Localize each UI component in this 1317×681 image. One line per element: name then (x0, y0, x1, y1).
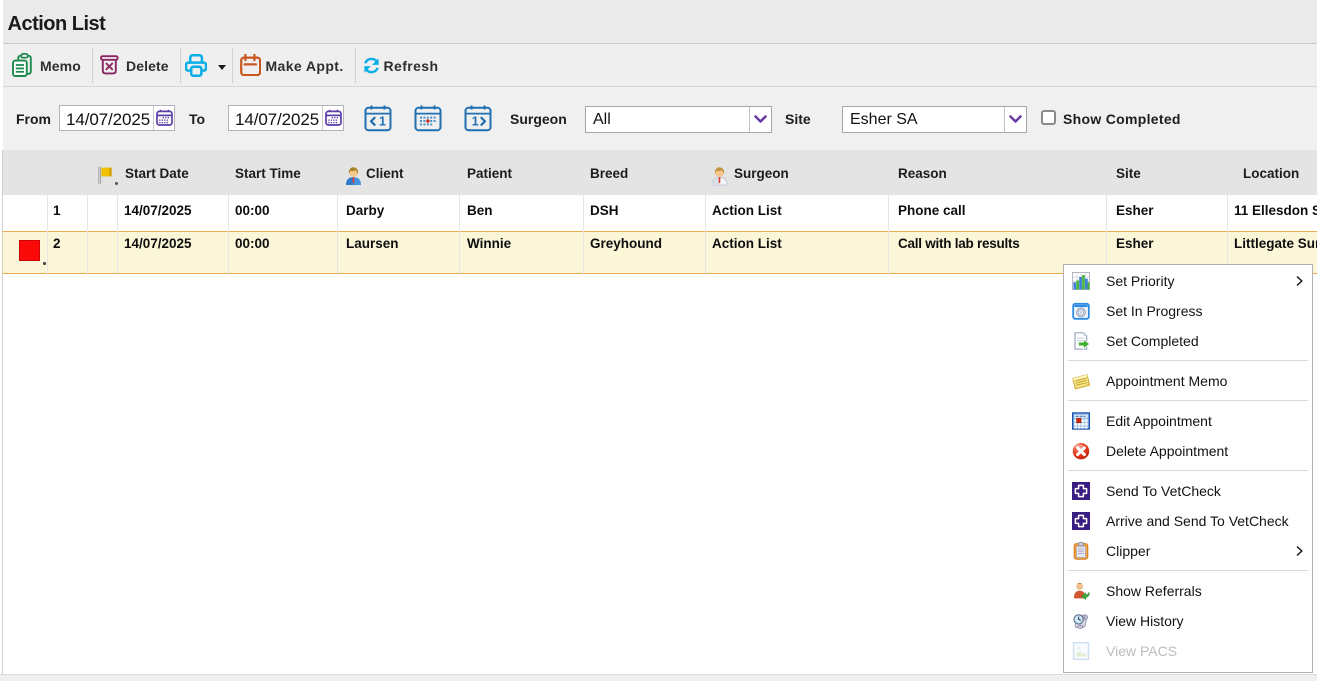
svg-text:1: 1 (472, 115, 479, 129)
svg-text:1: 1 (379, 115, 386, 129)
